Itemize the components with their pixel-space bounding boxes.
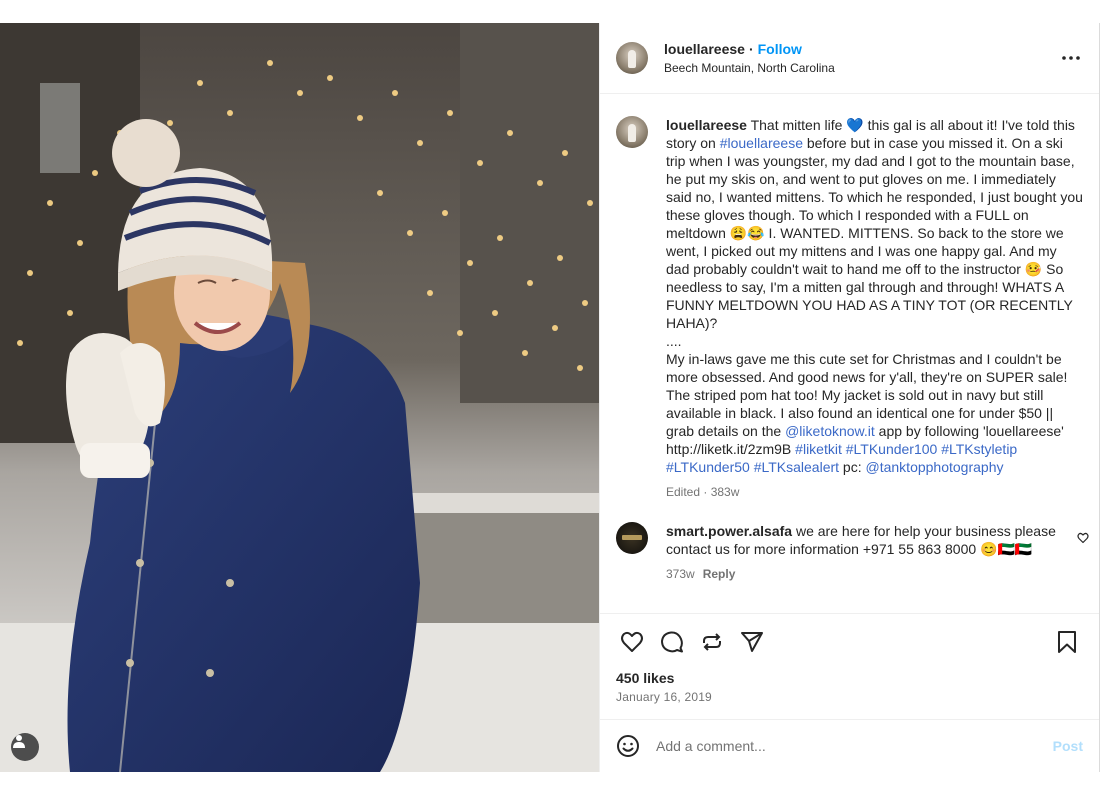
comment-like-icon[interactable] (1077, 530, 1089, 548)
more-options-icon[interactable] (1059, 46, 1083, 70)
post-location[interactable]: Beech Mountain, North Carolina (664, 60, 1059, 77)
caption-part-2: before but in case you missed it. On a s… (666, 135, 1083, 439)
post-comment-button[interactable]: Post (1053, 738, 1083, 754)
caption-text: louellareese That mitten life 💙 this gal… (666, 116, 1083, 476)
post-side-panel: louellareese · Follow Beech Mountain, Nort… (599, 23, 1100, 772)
commenter-avatar[interactable] (616, 522, 648, 554)
caption-body: louellareese That mitten life 💙 this gal… (666, 116, 1083, 500)
add-comment-bar: Post (600, 719, 1099, 772)
comment-bubble-icon[interactable] (652, 622, 692, 662)
reply-button[interactable]: Reply (703, 567, 736, 581)
post-container: louellareese · Follow Beech Mountain, Nort… (0, 23, 1100, 772)
author-avatar[interactable] (616, 42, 648, 74)
repost-icon[interactable] (692, 622, 732, 662)
comment-time: 373w (666, 567, 695, 581)
photo-illustration (0, 23, 599, 772)
caption-avatar[interactable] (616, 116, 648, 148)
caption-username[interactable]: louellareese (666, 117, 747, 133)
comment-input[interactable] (656, 738, 1053, 754)
tagged-user-icon[interactable] (11, 733, 39, 761)
post-date: January 16, 2019 (616, 690, 712, 704)
follow-button[interactable]: Follow (758, 41, 802, 57)
share-send-icon[interactable] (732, 622, 772, 662)
post-header: louellareese · Follow Beech Mountain, Nort… (600, 23, 1099, 94)
comments-section[interactable]: louellareese That mitten life 💙 this gal… (600, 94, 1099, 613)
likes-count[interactable]: 450 likes (600, 669, 1099, 687)
separator-dot: · (748, 40, 754, 57)
emoji-smiley-icon[interactable] (616, 734, 640, 758)
header-line: louellareese · Follow (664, 40, 1059, 58)
commenter-username[interactable]: smart.power.alsafa (666, 523, 792, 539)
comment-text: smart.power.alsafa we are here for help … (666, 522, 1063, 558)
caption-part-4: pc: (839, 459, 866, 475)
mention-link[interactable]: @liketoknow.it (785, 423, 875, 439)
post-photo[interactable] (0, 23, 599, 772)
comment-body: smart.power.alsafa we are here for help … (666, 522, 1089, 582)
header-text: louellareese · Follow Beech Mountain, Nort… (664, 40, 1059, 77)
author-username[interactable]: louellareese (664, 41, 745, 57)
photographer-link[interactable]: @tanktopphotography (866, 459, 1004, 475)
comment-row: smart.power.alsafa we are here for help … (616, 522, 1089, 582)
like-heart-icon[interactable] (612, 622, 652, 662)
save-bookmark-icon[interactable] (1047, 622, 1087, 662)
caption-meta: Edited · 383w (666, 485, 740, 499)
comment-meta: 373w Reply (666, 566, 1063, 582)
hashtag-link[interactable]: #louellareese (720, 135, 803, 151)
caption-row: louellareese That mitten life 💙 this gal… (616, 116, 1083, 500)
action-bar (600, 613, 1099, 669)
